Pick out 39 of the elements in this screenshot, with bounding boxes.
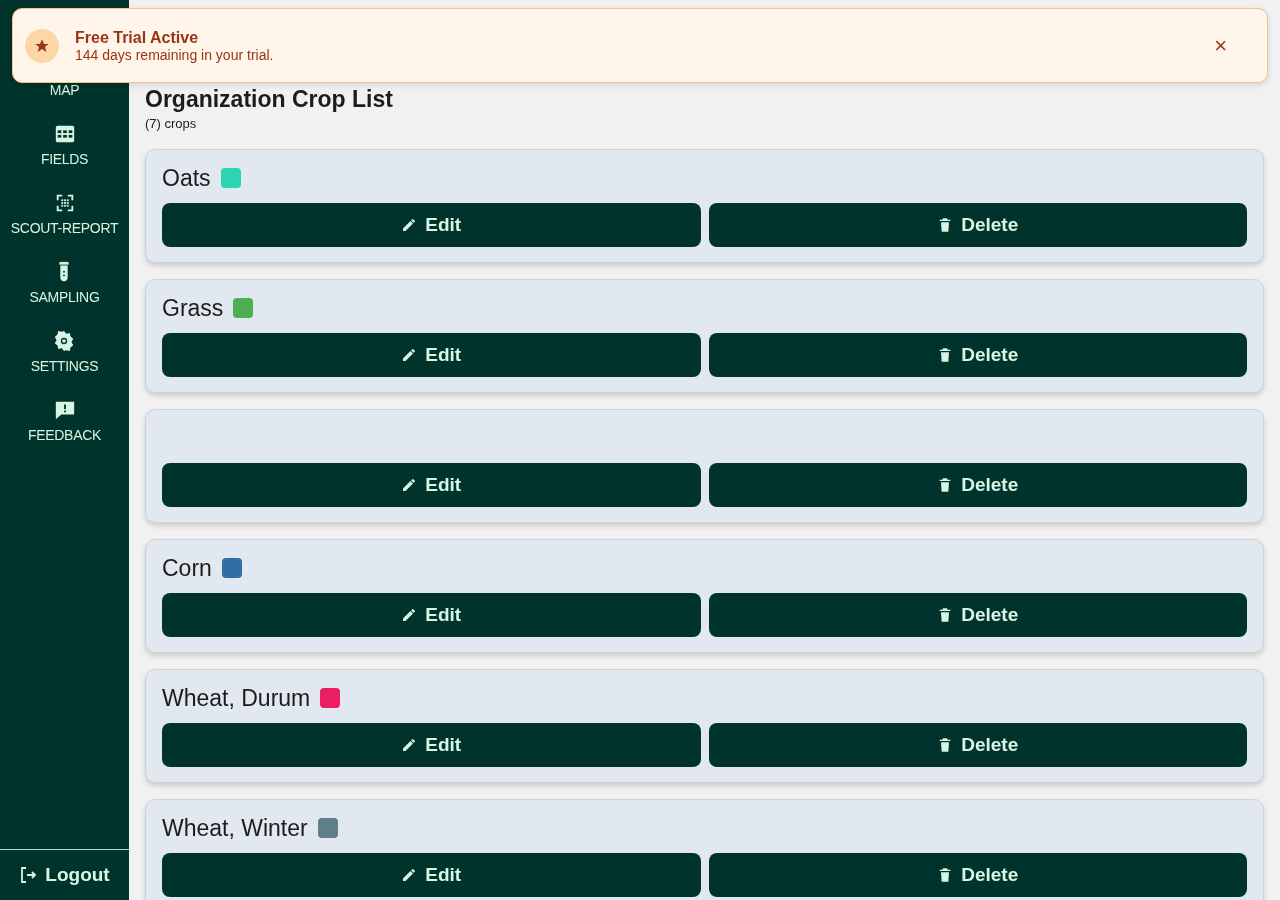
feedback-icon	[53, 399, 76, 421]
delete-button[interactable]: Delete	[708, 333, 1247, 378]
pencil-icon	[401, 737, 418, 754]
crop-name: Grass	[162, 294, 224, 324]
delete-button[interactable]: Delete	[708, 463, 1247, 508]
delete-button[interactable]: Delete	[708, 853, 1247, 898]
crop-name: Wheat, Winter	[162, 814, 308, 844]
pencil-icon	[401, 347, 418, 364]
sidebar-item[interactable]: SAMPLING	[29, 261, 100, 308]
sidebar-item[interactable]: FEEDBACK	[27, 399, 102, 446]
pencil-icon	[401, 607, 418, 624]
grid-icon	[53, 123, 76, 145]
edit-button[interactable]: Edit	[162, 333, 701, 378]
sidebar-item[interactable]: FIELDS	[40, 123, 89, 170]
logout-button[interactable]: Logout	[0, 849, 129, 900]
page-title: Organization Crop List	[145, 86, 394, 114]
crop-name: Wheat, Durum	[162, 684, 311, 714]
edit-button[interactable]: Edit	[162, 203, 701, 248]
edit-button[interactable]: Edit	[162, 463, 701, 508]
crop-name: Corn	[162, 554, 212, 584]
crop-name: Oats	[162, 164, 211, 194]
edit-button[interactable]: Edit	[162, 593, 701, 638]
delete-button[interactable]: Delete	[708, 203, 1247, 248]
banner-message: 144 days remaining in your trial.	[75, 46, 274, 63]
settings-icon	[53, 330, 76, 352]
pencil-icon	[401, 477, 418, 494]
pencil-icon	[401, 867, 418, 884]
sidebar-item[interactable]: SETTINGS	[30, 330, 99, 377]
banner-title: Free Trial Active	[75, 28, 200, 47]
sidebar-item[interactable]: MAP	[49, 80, 80, 101]
edit-button[interactable]: Edit	[162, 723, 701, 768]
delete-button[interactable]: Delete	[708, 593, 1247, 638]
sidebar-item[interactable]: SCOUT-REPORT	[10, 192, 119, 239]
crop-count: (7) crops	[145, 114, 198, 133]
pencil-icon	[401, 217, 418, 234]
delete-button[interactable]: Delete	[708, 723, 1247, 768]
logout-icon	[19, 866, 38, 884]
close-button[interactable]: ×	[1208, 34, 1233, 57]
edit-button[interactable]: Edit	[162, 853, 701, 898]
